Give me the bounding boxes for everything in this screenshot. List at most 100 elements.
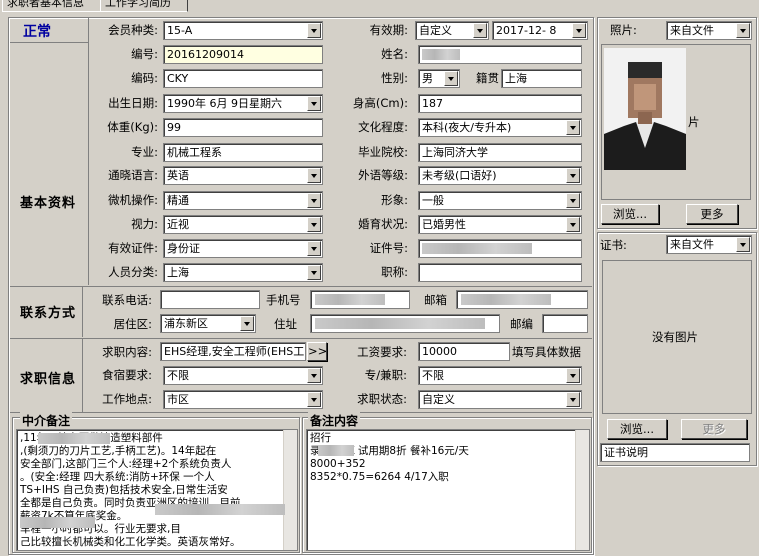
education-select[interactable]: 本科(夜大/专升本)	[418, 118, 582, 137]
chevron-down-icon[interactable]	[566, 217, 580, 232]
workplace-label: 工作地点:	[102, 392, 152, 406]
no-image-text: 没有图片	[652, 330, 698, 344]
member-type-select[interactable]: 15-A	[163, 21, 323, 40]
scrollbar[interactable]	[283, 430, 297, 550]
computer-select[interactable]: 精通	[163, 191, 323, 210]
chevron-down-icon[interactable]	[307, 168, 321, 183]
title-field[interactable]	[418, 263, 582, 282]
foreign-level-label: 外语等级:	[358, 168, 408, 182]
category-select[interactable]: 上海	[163, 263, 323, 282]
chevron-down-icon[interactable]	[736, 237, 750, 252]
appearance-label: 形象:	[381, 193, 408, 207]
chevron-down-icon[interactable]	[307, 193, 321, 208]
gender-select[interactable]: 男	[418, 69, 460, 88]
validity-type-select[interactable]: 自定义	[415, 21, 489, 40]
postcode-field[interactable]	[542, 314, 588, 333]
number-label: 编号:	[131, 47, 158, 61]
number-field[interactable]: 20161209014	[163, 45, 323, 64]
chevron-down-icon[interactable]	[444, 71, 458, 86]
job-status-select[interactable]: 自定义	[418, 390, 582, 409]
photo-source-select[interactable]: 来自文件	[666, 21, 752, 40]
foreign-level-select[interactable]: 未考级(口语好)	[418, 166, 582, 185]
fulltime-select[interactable]: 不限	[418, 366, 582, 385]
chevron-down-icon[interactable]	[307, 392, 321, 407]
memo-line: 。(安全:经理 四大系统:消防+环保 一个人	[20, 471, 215, 483]
id-type-select[interactable]: 身份证	[163, 239, 323, 258]
chevron-down-icon[interactable]	[566, 193, 580, 208]
weight-field[interactable]: 99	[163, 118, 323, 137]
validity-date-picker[interactable]: 2017-12- 8	[492, 21, 588, 40]
id-number-field[interactable]	[418, 239, 582, 258]
salary-field[interactable]: 10000	[418, 342, 510, 361]
memo-line: ,(剩须刀的刀片工艺,手柄工艺)。14年起在	[20, 445, 217, 457]
id-number-label: 证件号:	[369, 241, 408, 255]
cert-browse-button[interactable]: 浏览...	[607, 419, 667, 439]
language-select[interactable]: 英语	[163, 166, 323, 185]
tab-resume[interactable]: 工作学习简历	[100, 0, 188, 12]
chevron-down-icon[interactable]	[240, 316, 254, 331]
birthdate-picker[interactable]: 1990年 6月 9日星期六	[163, 94, 323, 113]
height-label: 身高(Cm):	[352, 96, 408, 110]
chevron-down-icon[interactable]	[566, 368, 580, 383]
address-field[interactable]	[310, 314, 500, 333]
weight-label: 体重(Kg):	[107, 120, 158, 134]
remarks-title: 备注内容	[308, 412, 361, 429]
position-field[interactable]: EHS经理,安全工程师(EHS工	[160, 342, 306, 361]
gender-label: 性别:	[381, 71, 408, 85]
chevron-down-icon[interactable]	[736, 23, 750, 38]
agent-notes-title: 中介备注	[20, 412, 73, 429]
appearance-select[interactable]: 一般	[418, 191, 582, 210]
scrollbar[interactable]	[575, 430, 589, 550]
chevron-down-icon[interactable]	[307, 368, 321, 383]
cert-description-field[interactable]: 证书说明	[600, 443, 750, 462]
title-label: 职称:	[381, 265, 408, 279]
email-field[interactable]	[456, 290, 588, 309]
district-select[interactable]: 浦东新区	[160, 314, 256, 333]
agent-notes-memo[interactable]: ,11年开始主要做铸造塑料部件,(剩须刀的刀片工艺,手柄工艺)。14年起在安全部…	[16, 429, 298, 551]
vision-label: 视力:	[131, 217, 158, 231]
member-type-label: 会员种类:	[108, 23, 158, 37]
chevron-down-icon[interactable]	[572, 23, 586, 38]
chevron-down-icon[interactable]	[307, 96, 321, 111]
school-field[interactable]: 上海同济大学	[418, 143, 582, 162]
school-label: 毕业院校:	[358, 145, 408, 159]
native-field[interactable]: 上海	[501, 69, 582, 88]
name-field[interactable]	[418, 45, 582, 64]
chevron-down-icon[interactable]	[307, 23, 321, 38]
chevron-down-icon[interactable]	[473, 23, 487, 38]
code-field[interactable]: CKY	[163, 69, 323, 88]
position-more-button[interactable]: >>	[307, 342, 327, 361]
mobile-field[interactable]	[310, 290, 410, 309]
memo-line: 招行	[310, 432, 331, 444]
photo-more-button[interactable]: 更多	[686, 204, 738, 224]
workplace-select[interactable]: 市区	[163, 390, 323, 409]
board-select[interactable]: 不限	[163, 366, 323, 385]
height-field[interactable]: 187	[418, 94, 582, 113]
photo-label-suffix: 片	[688, 115, 700, 129]
mobile-label: 手机号	[266, 293, 301, 307]
chevron-down-icon[interactable]	[307, 241, 321, 256]
memo-line: 己比较擅长机械类和化工化学类。英语灰常好。	[20, 536, 241, 548]
chevron-down-icon[interactable]	[307, 217, 321, 232]
cert-more-button[interactable]: 更多	[681, 419, 747, 439]
vision-select[interactable]: 近视	[163, 215, 323, 234]
chevron-down-icon[interactable]	[307, 265, 321, 280]
chevron-down-icon[interactable]	[566, 392, 580, 407]
tab-basic-info[interactable]: 求职者基本信息	[2, 0, 108, 12]
certificate-label: 证书:	[600, 238, 627, 252]
position-label: 求职内容:	[102, 345, 152, 359]
memo-line: TS+IHS 自己负责)包括技术安全,日常生活安	[20, 484, 228, 496]
chevron-down-icon[interactable]	[566, 168, 580, 183]
photo-label: 照片:	[610, 23, 637, 37]
chevron-down-icon[interactable]	[566, 120, 580, 135]
photo-image	[604, 48, 686, 170]
photo-browse-button[interactable]: 浏览...	[601, 204, 659, 224]
section-job: 求职信息	[20, 372, 77, 387]
section-basic: 基本资料	[20, 196, 77, 211]
phone-field[interactable]	[160, 290, 260, 309]
mandarin-label: 通晓语言:	[108, 168, 158, 182]
marital-select[interactable]: 已婚男性	[418, 215, 582, 234]
cert-source-select[interactable]: 来自文件	[666, 235, 752, 254]
email-label: 邮箱	[424, 293, 447, 307]
major-field[interactable]: 机械工程系	[163, 143, 323, 162]
